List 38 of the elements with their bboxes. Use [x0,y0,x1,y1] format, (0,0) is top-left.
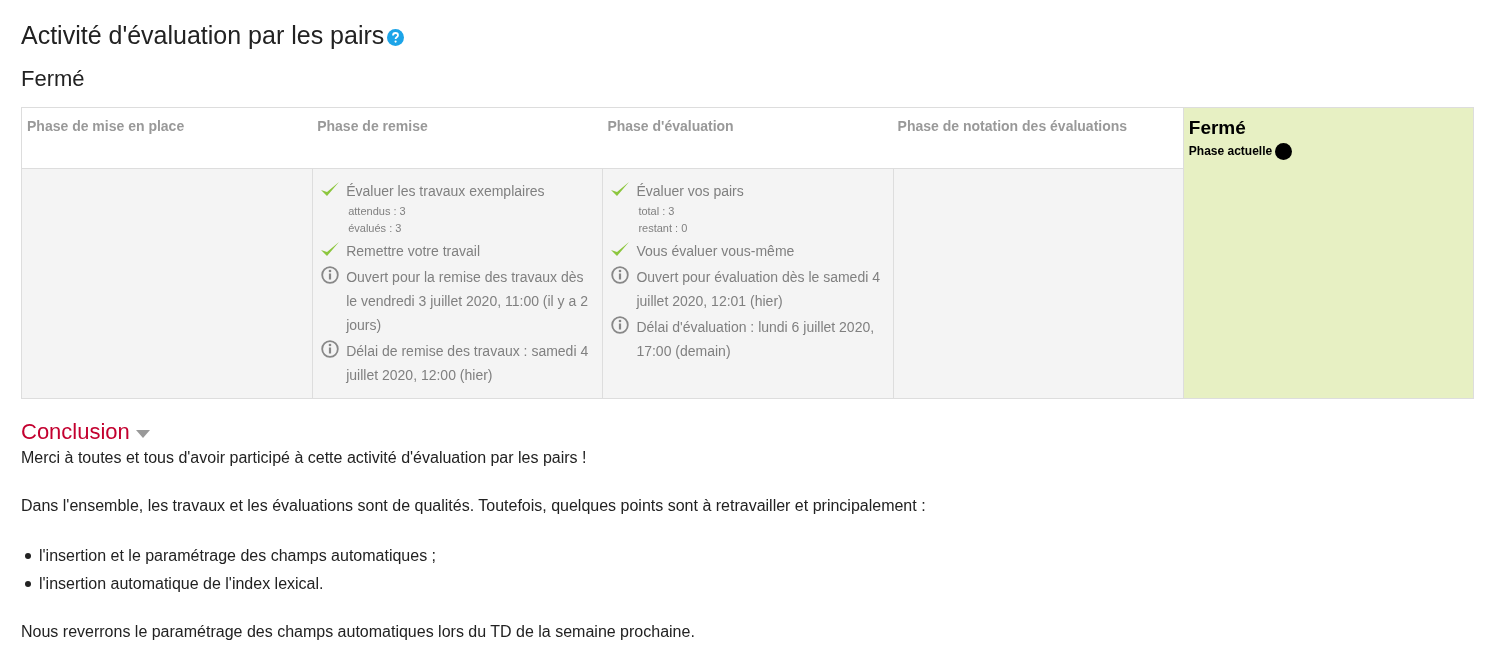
caret-icon[interactable] [135,430,150,438]
task-detail: attendus : 3 [348,204,407,219]
checkmark-icon [610,240,631,258]
status-heading: Fermé [21,65,86,93]
bullet-icon [25,581,31,587]
phase-title: Phase d'évaluation [607,118,734,134]
section-heading[interactable]: Conclusion [21,418,130,446]
phase-title: Fermé [1188,116,1247,140]
task-text: Évaluer vos pairs [636,182,744,201]
info-icon [321,340,340,358]
phase-title: Phase de notation des évaluations [897,118,1128,134]
help-icon[interactable] [387,28,405,46]
info-icon [321,266,340,284]
info-icon [611,316,630,334]
checkmark-icon [320,240,341,258]
checkmark-icon [320,180,341,198]
task-detail: total : 3 [638,204,676,219]
task-text: Ouvert pour évaluation dès le samedi 4 juillet 2020, 12:01 (hier) [636,268,881,311]
bullet-text: l'insertion et le paramétrage des champs automatiques ; [39,546,437,566]
page-title: Activité d'évaluation par les pairs [21,20,385,51]
phase-title: Phase de remise [317,118,428,134]
task-text: Délai d'évaluation : lundi 6 juillet 2020, 17:00 (demain) [636,318,876,361]
task-text: Vous évaluer vous-même [636,242,795,261]
task-text: Délai de remise des travaux : samedi 4 juillet 2020, 12:00 (hier) [346,342,590,385]
bullet-text: l'insertion automatique de l'index lexical. [39,574,324,594]
info-icon [611,266,630,284]
task-detail: restant : 0 [638,221,689,236]
checkmark-icon [610,180,631,198]
task-text: Remettre votre travail [346,242,480,261]
task-text: Ouvert pour la remise des travaux dès le vendredi 3 juillet 2020, 11:00 (il y a 2 jours) [346,268,589,335]
task-text: Évaluer les travaux exemplaires [346,182,545,201]
phase-title: Phase de mise en place [27,118,185,134]
body-paragraph: Dans l'ensemble, les travaux et les évaluations sont de qualités. Toutefois, quelques points sont à retravailler et principalement : [21,496,927,516]
bullet-icon [25,553,31,559]
current-phase-label: Phase actuelle [1188,143,1273,160]
body-paragraph: Nous reverrons le paramétrage des champs automatiques lors du TD de la semaine prochaine. [21,622,696,642]
body-paragraph: Merci à toutes et tous d'avoir participé à cette activité d'évaluation par les pairs ! [21,448,588,468]
task-detail: évalués : 3 [348,221,403,236]
